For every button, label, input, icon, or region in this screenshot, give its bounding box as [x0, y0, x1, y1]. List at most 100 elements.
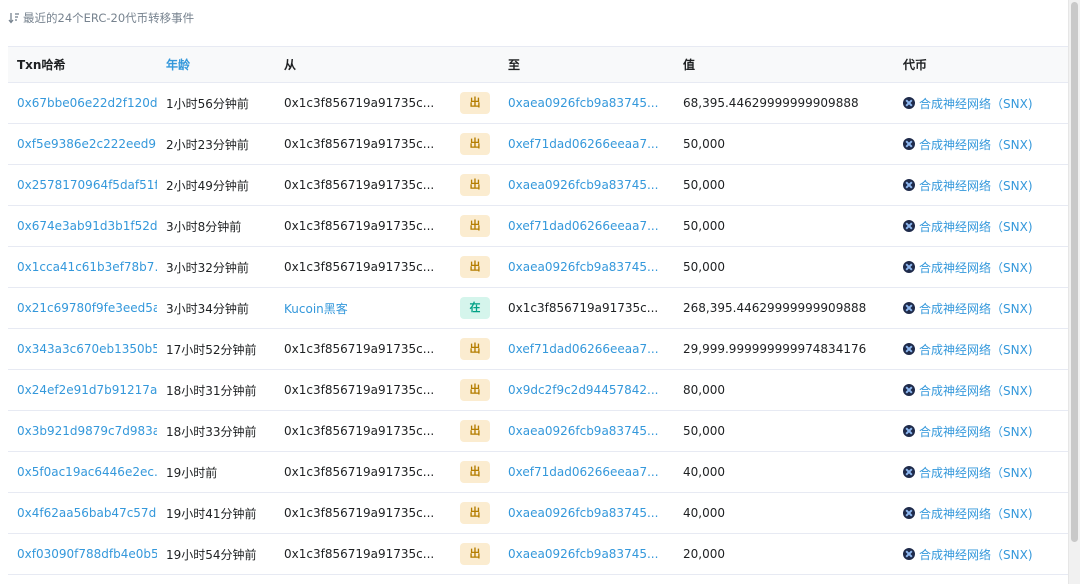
value-cell: 50,000 — [683, 424, 725, 438]
value-cell: 50,000 — [683, 178, 725, 192]
token-link[interactable]: 合成神经网络（SNX) — [903, 341, 1068, 358]
txn-hash-link[interactable]: 0x343a3c670eb1350b5... — [8, 329, 157, 370]
direction-badge: 出 — [460, 338, 490, 360]
token-cell: 合成神经网络（SNX) — [894, 329, 1068, 370]
from-address: 0x1c3f856719a91735c... — [284, 383, 435, 397]
token-name: 合成神经网络（SNX) — [919, 96, 1033, 111]
direction-cell: 出 — [451, 370, 499, 411]
token-cell: 合成神经网络（SNX) — [894, 124, 1068, 165]
snx-token-icon — [903, 220, 915, 232]
direction-badge: 出 — [460, 215, 490, 237]
value-cell: 268,395.44629999999909888 — [683, 301, 867, 315]
table-row: 0x24ef2e91d7b91217af... 18小时31分钟前 0x1c3f85… — [8, 370, 1068, 411]
direction-cell: 出 — [451, 329, 499, 370]
value-cell: 50,000 — [683, 219, 725, 233]
table-row: 0x1cca41c61b3ef78b7... 3小时32分钟前 0x1c3f8567… — [8, 247, 1068, 288]
txn-hash-link[interactable]: 0xf5e9386e2c222eed9... — [8, 124, 157, 165]
value-cell: 29,999.999999999974834176 — [683, 342, 867, 356]
to-address[interactable]: 0xef71dad06266eeaa7... — [499, 206, 674, 247]
to-address[interactable]: 0xef71dad06266eeaa7... — [499, 329, 674, 370]
to-address[interactable]: 0x9dc2f9c2d94457842... — [499, 370, 674, 411]
age-cell: 17小时52分钟前 — [166, 342, 257, 357]
from-address: 0x1c3f856719a91735c... — [284, 342, 435, 356]
value-cell: 40,000 — [683, 506, 725, 520]
age-cell: 3小时34分钟前 — [166, 301, 249, 316]
to-address[interactable]: 0xaea0926fcb9a83745... — [499, 83, 674, 124]
token-cell: 合成神经网络（SNX) — [894, 493, 1068, 534]
value-cell: 68,395.44629999999909888 — [683, 96, 859, 110]
txn-hash-link[interactable]: 0x1cca41c61b3ef78b7... — [8, 247, 157, 288]
txn-hash-link[interactable]: 0x2578170964f5daf51f... — [8, 165, 157, 206]
from-address[interactable]: Kucoin黑客 — [275, 288, 451, 329]
scrollbar-thumb[interactable] — [1071, 2, 1078, 542]
txn-hash-link[interactable]: 0x4f62aa56bab47c57d... — [8, 493, 157, 534]
direction-cell: 出 — [451, 206, 499, 247]
column-header-age[interactable]: 年龄 — [157, 46, 275, 83]
token-name: 合成神经网络（SNX) — [919, 424, 1033, 439]
txn-hash-link[interactable]: 0x674e3ab91d3b1f52d... — [8, 206, 157, 247]
table-row: 0x2578170964f5daf51f... 2小时49分钟前 0x1c3f856… — [8, 165, 1068, 206]
age-cell: 2小时23分钟前 — [166, 137, 249, 152]
age-cell: 18小时33分钟前 — [166, 424, 257, 439]
table-body: 0x67bbe06e22d2f120d... 1小时56分钟前 0x1c3f8567… — [8, 83, 1068, 575]
to-address[interactable]: 0xef71dad06266eeaa7... — [499, 124, 674, 165]
token-name: 合成神经网络（SNX) — [919, 342, 1033, 357]
from-address: 0x1c3f856719a91735c... — [284, 547, 435, 561]
age-cell: 19小时41分钟前 — [166, 506, 257, 521]
direction-badge: 出 — [460, 543, 490, 565]
direction-badge: 在 — [460, 297, 490, 319]
sort-icon[interactable] — [8, 12, 20, 24]
from-address: 0x1c3f856719a91735c... — [284, 219, 435, 233]
token-cell: 合成神经网络（SNX) — [894, 165, 1068, 206]
table-row: 0x5f0ac19ac6446e2ec... 19小时前 0x1c3f856719a… — [8, 452, 1068, 493]
to-address[interactable]: 0xaea0926fcb9a83745... — [499, 534, 674, 575]
snx-token-icon — [903, 179, 915, 191]
txn-hash-link[interactable]: 0x67bbe06e22d2f120d... — [8, 83, 157, 124]
token-link[interactable]: 合成神经网络（SNX) — [903, 300, 1068, 317]
token-link[interactable]: 合成神经网络（SNX) — [903, 505, 1068, 522]
to-address[interactable]: 0xaea0926fcb9a83745... — [499, 247, 674, 288]
snx-token-icon — [903, 97, 915, 109]
token-link[interactable]: 合成神经网络（SNX) — [903, 136, 1068, 153]
from-address: 0x1c3f856719a91735c... — [284, 424, 435, 438]
txn-hash-link[interactable]: 0xf03090f788dfb4e0b5... — [8, 534, 157, 575]
direction-badge: 出 — [460, 133, 490, 155]
to-address[interactable]: 0xef71dad06266eeaa7... — [499, 452, 674, 493]
token-name: 合成神经网络（SNX) — [919, 506, 1033, 521]
age-cell: 1小时56分钟前 — [166, 96, 249, 111]
snx-token-icon — [903, 261, 915, 273]
token-link[interactable]: 合成神经网络（SNX) — [903, 546, 1068, 563]
summary-text: 最近的24个ERC-20代币转移事件 — [23, 11, 195, 25]
token-cell: 合成神经网络（SNX) — [894, 83, 1068, 124]
to-address[interactable]: 0xaea0926fcb9a83745... — [499, 411, 674, 452]
txn-hash-link[interactable]: 0x3b921d9879c7d983a... — [8, 411, 157, 452]
table-row: 0x343a3c670eb1350b5... 17小时52分钟前 0x1c3f856… — [8, 329, 1068, 370]
direction-cell: 在 — [451, 288, 499, 329]
direction-cell: 出 — [451, 452, 499, 493]
token-cell: 合成神经网络（SNX) — [894, 411, 1068, 452]
column-header-direction — [451, 46, 499, 83]
txn-hash-link[interactable]: 0x24ef2e91d7b91217af... — [8, 370, 157, 411]
token-link[interactable]: 合成神经网络（SNX) — [903, 177, 1068, 194]
age-cell: 19小时前 — [166, 465, 218, 480]
to-address[interactable]: 0xaea0926fcb9a83745... — [499, 165, 674, 206]
token-link[interactable]: 合成神经网络（SNX) — [903, 423, 1068, 440]
direction-cell: 出 — [451, 411, 499, 452]
column-header-token: 代币 — [894, 46, 1068, 83]
from-address: 0x1c3f856719a91735c... — [284, 137, 435, 151]
token-link[interactable]: 合成神经网络（SNX) — [903, 259, 1068, 276]
token-link[interactable]: 合成神经网络（SNX) — [903, 464, 1068, 481]
to-address[interactable]: 0xaea0926fcb9a83745... — [499, 493, 674, 534]
token-link[interactable]: 合成神经网络（SNX) — [903, 382, 1068, 399]
transfer-summary: 最近的24个ERC-20代币转移事件 — [8, 10, 194, 26]
table-row: 0xf5e9386e2c222eed9... 2小时23分钟前 0x1c3f8567… — [8, 124, 1068, 165]
txn-hash-link[interactable]: 0x5f0ac19ac6446e2ec... — [8, 452, 157, 493]
token-link[interactable]: 合成神经网络（SNX) — [903, 95, 1068, 112]
token-link[interactable]: 合成神经网络（SNX) — [903, 218, 1068, 235]
transfers-table-container: Txn哈希 年龄 从 至 值 代币 0x67bbe06e22d2f120d...… — [8, 46, 1068, 575]
column-header-from: 从 — [275, 46, 451, 83]
vertical-scrollbar[interactable] — [1068, 0, 1080, 584]
token-name: 合成神经网络（SNX) — [919, 219, 1033, 234]
column-header-value: 值 — [674, 46, 894, 83]
txn-hash-link[interactable]: 0x21c69780f9fe3eed5a... — [8, 288, 157, 329]
